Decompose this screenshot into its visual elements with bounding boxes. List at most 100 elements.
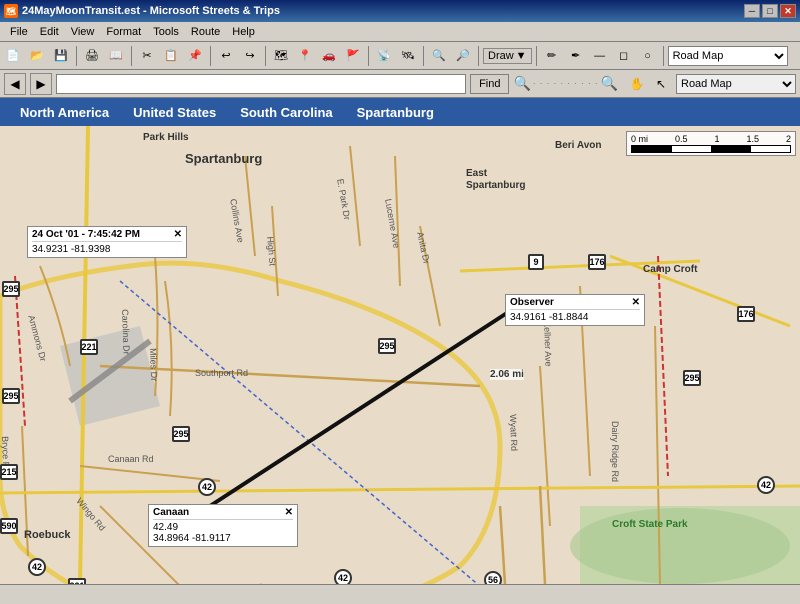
copy-button[interactable]: 📋 <box>160 45 182 67</box>
distance-label: 2.06 mi <box>490 369 524 380</box>
infobox-2[interactable]: Observer ✕ 34.9161 -81.8844 <box>505 294 645 326</box>
navbar: ◀ ▶ Find 🔍 · · · · · · · · · · 🔍 ✋ ↖ Roa… <box>0 70 800 98</box>
zoom-slider[interactable]: · · · · · · · · · · <box>533 79 599 88</box>
shield-42-1: 42 <box>198 478 216 496</box>
shield-42-4: 42 <box>757 476 775 494</box>
infobox-3-close[interactable]: ✕ <box>285 507 293 518</box>
toolbar-sep5 <box>368 46 369 66</box>
infobox-1-close[interactable]: ✕ <box>174 229 182 240</box>
car-button[interactable]: 🚗 <box>318 45 340 67</box>
toolbar-sep3 <box>210 46 211 66</box>
draw-dropdown[interactable]: Draw ▼ <box>483 48 532 64</box>
save-button[interactable]: 💾 <box>50 45 72 67</box>
zoom-in-button[interactable]: 🔍 <box>428 45 450 67</box>
menu-item-file[interactable]: File <box>4 24 34 40</box>
shield-9: 9 <box>528 254 544 270</box>
circle-button[interactable]: ○ <box>637 45 659 67</box>
close-button[interactable]: ✕ <box>780 4 796 18</box>
menu-item-tools[interactable]: Tools <box>147 24 185 40</box>
print-button[interactable]: 🖨 <box>81 45 103 67</box>
draw-arrow: ▼ <box>516 50 527 62</box>
pan-button[interactable]: ✋ <box>626 73 648 95</box>
infobox-3-coords: 34.8964 -81.9117 <box>153 533 293 544</box>
toolbar-sep2 <box>131 46 132 66</box>
menu-item-format[interactable]: Format <box>100 24 147 40</box>
select-button[interactable]: ↖ <box>650 73 672 95</box>
open-button[interactable]: 📂 <box>26 45 48 67</box>
infobox-2-coords: 34.9161 -81.8844 <box>510 312 640 323</box>
zoom-out-button[interactable]: 🔎 <box>452 45 474 67</box>
toolbar-sep1 <box>76 46 77 66</box>
zoom-plus-icon[interactable]: 🔍 <box>601 75 618 92</box>
shield-295-4: 295 <box>378 338 396 354</box>
toolbar-sep8 <box>536 46 537 66</box>
toolbar: 📄 📂 💾 🖨 📖 ✂ 📋 📌 ↩ ↪ 🗺 📍 🚗 🚩 📡 🛰 🔍 🔎 Draw… <box>0 42 800 70</box>
menubar: FileEditViewFormatToolsRouteHelp <box>0 22 800 42</box>
app-icon: 🗺 <box>4 4 18 18</box>
infobox-1[interactable]: 24 Oct '01 - 7:45:42 PM ✕ 34.9231 -81.93… <box>27 226 187 258</box>
shield-221-1: 221 <box>80 339 98 355</box>
zoom-minus-icon[interactable]: 🔍 <box>513 75 530 92</box>
new-button[interactable]: 📄 <box>2 45 24 67</box>
breadcrumb-item-united-states[interactable]: United States <box>121 101 228 124</box>
breadcrumb-item-south-carolina[interactable]: South Carolina <box>228 101 344 124</box>
shield-295-3: 295 <box>172 426 190 442</box>
shield-221-2: 221 <box>68 578 86 584</box>
titlebar-buttons: ─ □ ✕ <box>744 4 796 18</box>
toolbar-sep4 <box>265 46 266 66</box>
menu-item-view[interactable]: View <box>65 24 101 40</box>
maximize-button[interactable]: □ <box>762 4 778 18</box>
statusbar <box>0 584 800 604</box>
map-svg <box>0 126 800 584</box>
shield-295-2: 295 <box>2 388 20 404</box>
breadcrumb-item-north-america[interactable]: North America <box>8 101 121 124</box>
map-area[interactable]: Spartanburg EastSpartanburg Beri Avon Ca… <box>0 126 800 584</box>
pencil-button[interactable]: ✒ <box>565 45 587 67</box>
breadcrumb: North AmericaUnited StatesSouth Carolina… <box>0 98 800 126</box>
shield-295-5: 295 <box>683 370 701 386</box>
help-button[interactable]: 📖 <box>105 45 127 67</box>
pen-button[interactable]: ✏ <box>541 45 563 67</box>
zoom-icons: 🔍 · · · · · · · · · · 🔍 <box>513 75 618 92</box>
shield-176-2: 176 <box>737 306 755 322</box>
undo-button[interactable]: ↩ <box>215 45 237 67</box>
toolbar-sep7 <box>478 46 479 66</box>
cut-button[interactable]: ✂ <box>136 45 158 67</box>
find-button[interactable]: Find <box>470 74 509 94</box>
shield-590: 590 <box>0 518 18 534</box>
shield-176-1: 176 <box>588 254 606 270</box>
forward-button[interactable]: ▶ <box>30 73 52 95</box>
map-style-select[interactable]: Road Map <box>676 74 796 94</box>
back-button[interactable]: ◀ <box>4 73 26 95</box>
shield-215: 215 <box>0 464 18 480</box>
titlebar: 🗺 24MayMoonTransit.est - Microsoft Stree… <box>0 0 800 22</box>
titlebar-left: 🗺 24MayMoonTransit.est - Microsoft Stree… <box>4 4 280 18</box>
scalebar: 0 mi 0.5 1 1.5 2 <box>626 131 796 156</box>
paste-button[interactable]: 📌 <box>184 45 206 67</box>
infobox-2-close[interactable]: ✕ <box>632 297 640 308</box>
menu-item-help[interactable]: Help <box>226 24 261 40</box>
menu-item-route[interactable]: Route <box>185 24 226 40</box>
menu-item-edit[interactable]: Edit <box>34 24 65 40</box>
minimize-button[interactable]: ─ <box>744 4 760 18</box>
line-button[interactable]: — <box>589 45 611 67</box>
shape-button[interactable]: ◻ <box>613 45 635 67</box>
gps-button[interactable]: 📡 <box>373 45 395 67</box>
location-input[interactable] <box>56 74 466 94</box>
infobox-1-title: 24 Oct '01 - 7:45:42 PM ✕ <box>32 229 182 242</box>
infobox-1-coords: 34.9231 -81.9398 <box>32 244 182 255</box>
infobox-3-title: Canaan ✕ <box>153 507 293 520</box>
pushpin-button[interactable]: 📍 <box>294 45 316 67</box>
redo-button[interactable]: ↪ <box>239 45 261 67</box>
flag-button[interactable]: 🚩 <box>342 45 364 67</box>
map-view-select[interactable]: Road Map <box>668 46 788 66</box>
scale-line <box>631 145 791 153</box>
pan-controls: ✋ ↖ <box>626 73 672 95</box>
infobox-2-title: Observer ✕ <box>510 297 640 310</box>
infobox-3[interactable]: Canaan ✕ 42.49 34.8964 -81.9117 <box>148 504 298 547</box>
toolbar-sep9 <box>663 46 664 66</box>
breadcrumb-item-spartanburg[interactable]: Spartanburg <box>345 101 446 124</box>
route-button[interactable]: 🗺 <box>270 45 292 67</box>
window-title: 24MayMoonTransit.est - Microsoft Streets… <box>22 5 280 17</box>
gps2-button[interactable]: 🛰 <box>397 45 419 67</box>
